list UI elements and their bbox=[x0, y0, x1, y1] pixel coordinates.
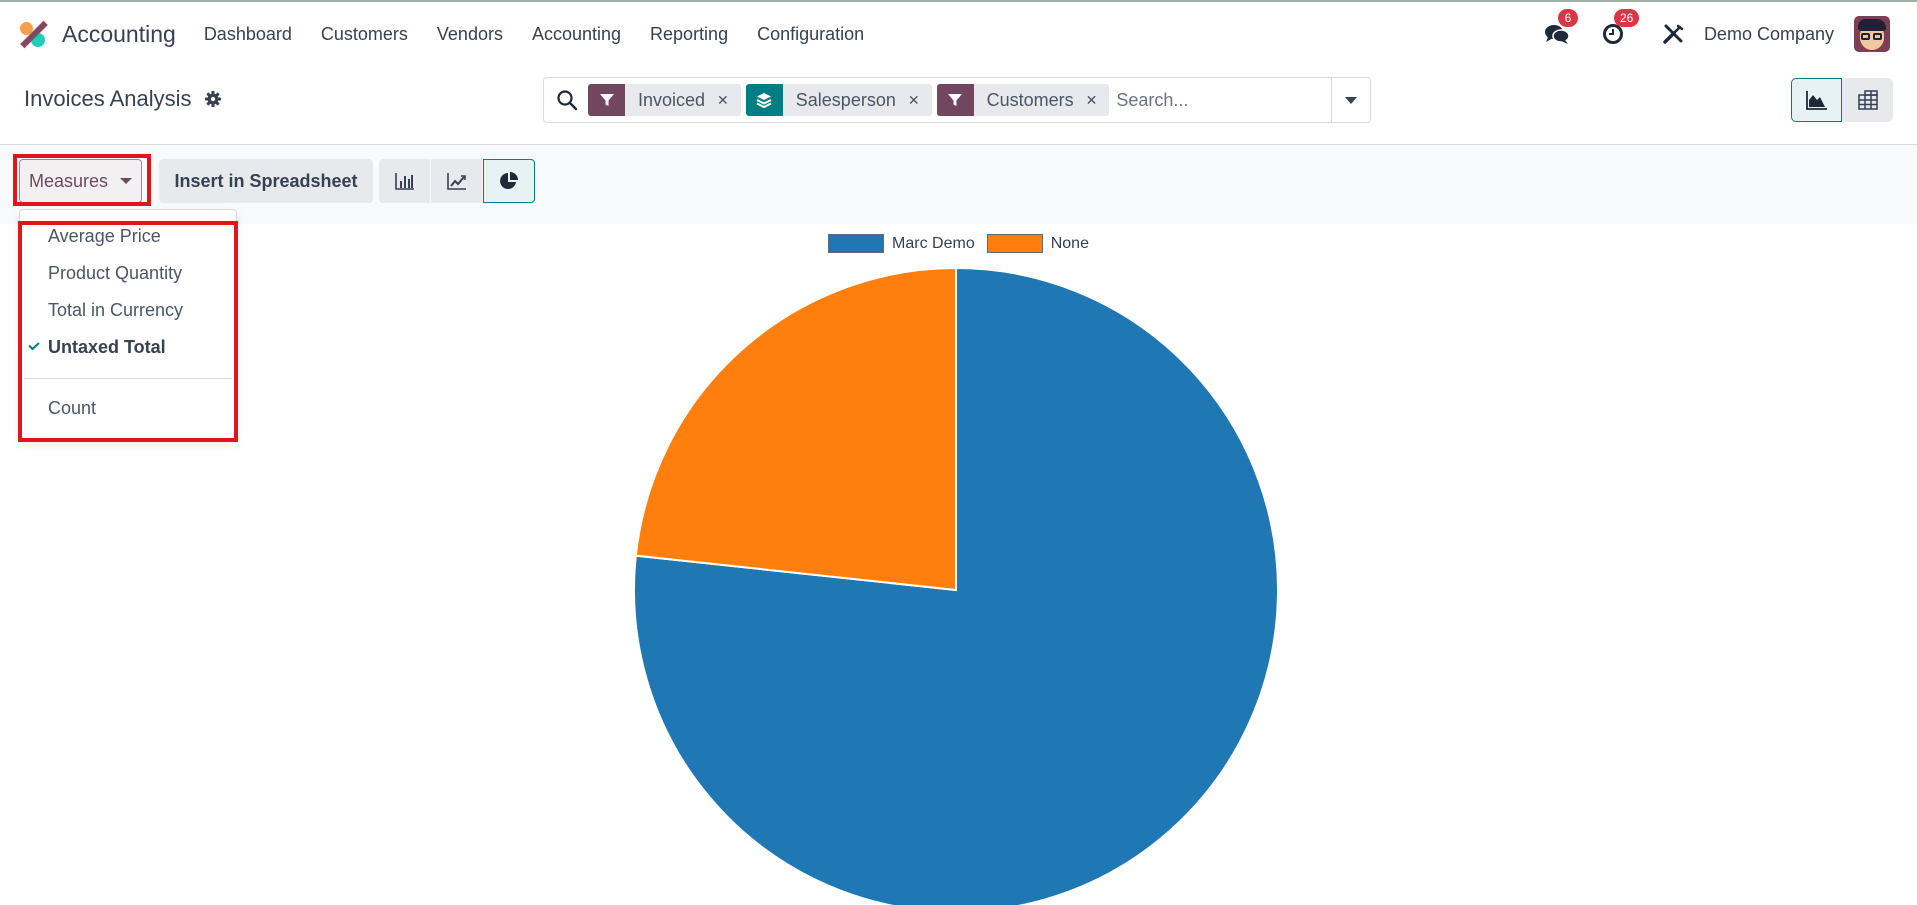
facet-invoiced: Invoiced ✕ bbox=[588, 84, 741, 116]
control-panel: Invoices Analysis Invoiced ✕ Salesperson… bbox=[0, 66, 1917, 144]
breadcrumb: Invoices Analysis bbox=[24, 86, 222, 112]
measure-product-quantity[interactable]: Product Quantity bbox=[48, 263, 182, 284]
tools-icon bbox=[1663, 24, 1684, 44]
menu-item-label: Product Quantity bbox=[48, 263, 183, 283]
messages-button[interactable]: 6 bbox=[1544, 9, 1578, 45]
menu-dashboard[interactable]: Dashboard bbox=[204, 24, 292, 45]
pie-chart-icon bbox=[500, 172, 518, 189]
caret-down-icon bbox=[120, 178, 133, 184]
menu-item-label: Average Price bbox=[48, 226, 161, 246]
app-brand[interactable]: Accounting bbox=[18, 19, 204, 49]
menu-vendors[interactable]: Vendors bbox=[437, 24, 503, 45]
chart-mode-group bbox=[379, 159, 535, 203]
menu-divider bbox=[24, 378, 232, 379]
search-bar: Invoiced ✕ Salesperson ✕ Customers ✕ bbox=[543, 77, 1371, 123]
pie-chart-button[interactable] bbox=[483, 159, 535, 203]
facet-label: Salesperson bbox=[795, 89, 896, 110]
pie-chart bbox=[633, 266, 1279, 905]
menu-item-label: Total in Currency bbox=[48, 300, 184, 320]
measure-average-price[interactable]: Average Price bbox=[48, 226, 161, 247]
chart-legend: Marc Demo None bbox=[0, 234, 1917, 253]
menu-configuration[interactable]: Configuration bbox=[757, 24, 864, 45]
line-chart-icon bbox=[446, 173, 466, 190]
legend-swatch bbox=[986, 234, 1043, 253]
menu-item-label: Untaxed Total bbox=[48, 337, 166, 357]
measure-total-in-currency[interactable]: Total in Currency bbox=[48, 300, 183, 321]
company-switcher[interactable]: Demo Company bbox=[1704, 24, 1834, 45]
graph-toolbar: Measures Insert in Spreadsheet bbox=[0, 144, 1917, 224]
facet-label: Invoiced bbox=[638, 89, 706, 110]
area-chart-icon bbox=[1805, 91, 1827, 110]
line-chart-button[interactable] bbox=[431, 159, 483, 203]
pie-slice-none[interactable] bbox=[634, 266, 957, 592]
chart-area: Marc Demo None bbox=[0, 224, 1917, 905]
search-icon[interactable] bbox=[556, 89, 578, 111]
legend-item[interactable]: None bbox=[986, 234, 1089, 253]
user-avatar[interactable] bbox=[1854, 16, 1890, 52]
table-icon bbox=[1857, 90, 1878, 110]
layers-icon bbox=[745, 84, 783, 116]
menu-accounting[interactable]: Accounting bbox=[532, 24, 621, 45]
main-menu: Dashboard Customers Vendors Accounting R… bbox=[204, 24, 893, 45]
filter-icon bbox=[588, 84, 625, 116]
top-navbar: Accounting Dashboard Customers Vendors A… bbox=[0, 2, 1917, 66]
insert-in-spreadsheet-button[interactable]: Insert in Spreadsheet bbox=[159, 159, 373, 203]
facet-label: Customers bbox=[986, 89, 1074, 110]
activities-button[interactable]: 26 bbox=[1602, 9, 1640, 45]
graph-view-button[interactable] bbox=[1791, 78, 1842, 122]
legend-swatch bbox=[828, 234, 885, 253]
messages-badge: 6 bbox=[1557, 9, 1578, 27]
measure-count[interactable]: Count bbox=[48, 398, 96, 419]
menu-reporting[interactable]: Reporting bbox=[650, 24, 728, 45]
menu-item-label: Count bbox=[48, 398, 97, 418]
caret-down-icon bbox=[1345, 96, 1357, 104]
legend-label: Marc Demo bbox=[892, 234, 975, 252]
app-name[interactable]: Accounting bbox=[62, 21, 176, 48]
facet-salesperson: Salesperson ✕ bbox=[745, 84, 932, 116]
filter-icon bbox=[936, 84, 974, 116]
search-input[interactable] bbox=[1116, 89, 1349, 111]
menu-customers[interactable]: Customers bbox=[321, 24, 408, 45]
facet-customers: Customers ✕ bbox=[936, 84, 1110, 116]
remove-facet-icon[interactable]: ✕ bbox=[717, 92, 741, 109]
remove-facet-icon[interactable]: ✕ bbox=[908, 92, 932, 109]
gear-icon[interactable] bbox=[204, 90, 222, 108]
page-title: Invoices Analysis bbox=[24, 86, 192, 111]
remove-facet-icon[interactable]: ✕ bbox=[1086, 92, 1110, 109]
view-switcher bbox=[1791, 78, 1893, 122]
bar-chart-button[interactable] bbox=[379, 159, 431, 203]
measures-label: Measures bbox=[28, 170, 109, 191]
pivot-view-button[interactable] bbox=[1842, 78, 1893, 122]
systray: 6 26 Demo Company bbox=[1544, 2, 1917, 66]
debug-tools-button[interactable] bbox=[1662, 23, 1684, 45]
bar-chart-icon bbox=[394, 173, 414, 190]
activities-badge: 26 bbox=[1613, 9, 1640, 27]
measures-dropdown: Average Price Product Quantity Total in … bbox=[19, 209, 237, 441]
measure-untaxed-total[interactable]: Untaxed Total bbox=[48, 337, 166, 358]
legend-label: None bbox=[1050, 234, 1089, 252]
search-options-toggle[interactable] bbox=[1331, 78, 1370, 122]
checkmark-icon bbox=[28, 342, 40, 350]
legend-item[interactable]: Marc Demo bbox=[828, 234, 975, 253]
measures-button[interactable]: Measures bbox=[19, 159, 142, 203]
accounting-logo-icon bbox=[18, 19, 48, 49]
